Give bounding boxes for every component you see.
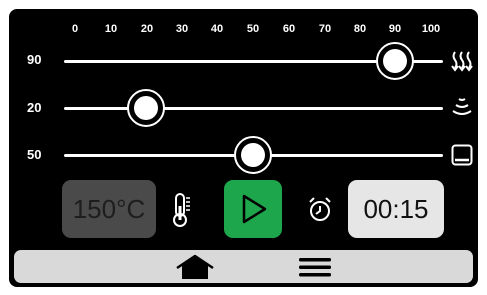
top-heat-slider-knob[interactable] — [376, 42, 415, 80]
fan-slider[interactable] — [64, 107, 443, 110]
timer-button[interactable]: 00:15 — [348, 180, 444, 238]
bottom-heat-slider-knob[interactable] — [234, 136, 272, 174]
home-icon[interactable] — [174, 254, 216, 280]
scale-tick: 10 — [104, 23, 118, 35]
slider-value-label-fan: 20 — [27, 100, 42, 115]
radiant-heat-icon — [451, 51, 473, 72]
scale-tick: 0 — [71, 23, 79, 35]
scale-tick: 80 — [353, 23, 367, 35]
oven-control-screen: 0 10 20 30 40 50 60 70 80 90 100 90 20 5… — [9, 9, 478, 287]
bottom-heat-icon — [451, 144, 473, 166]
alarm-clock-icon — [309, 197, 331, 221]
scale-tick: 50 — [246, 23, 260, 35]
temperature-setpoint-button[interactable]: 150°C — [62, 180, 156, 238]
slider-value-label-bottom-heat: 50 — [27, 147, 42, 162]
scale-tick: 60 — [282, 23, 296, 35]
percent-scale: 0 10 20 30 40 50 60 70 80 90 100 — [9, 23, 478, 39]
scale-tick: 90 — [388, 23, 402, 35]
fan-slider-knob[interactable] — [127, 89, 166, 127]
thermometer-icon — [173, 193, 190, 227]
bottom-navigation-bar — [14, 250, 473, 283]
slider-value-label-top-heat: 90 — [27, 52, 42, 67]
start-button[interactable] — [224, 180, 282, 238]
scale-tick: 70 — [318, 23, 332, 35]
scale-tick: 20 — [140, 23, 154, 35]
scale-tick: 100 — [421, 23, 441, 35]
scale-tick: 30 — [175, 23, 189, 35]
hamburger-menu-icon[interactable] — [299, 257, 331, 277]
scale-tick: 40 — [210, 23, 224, 35]
play-icon — [242, 194, 267, 224]
fan-airflow-icon — [452, 98, 472, 115]
